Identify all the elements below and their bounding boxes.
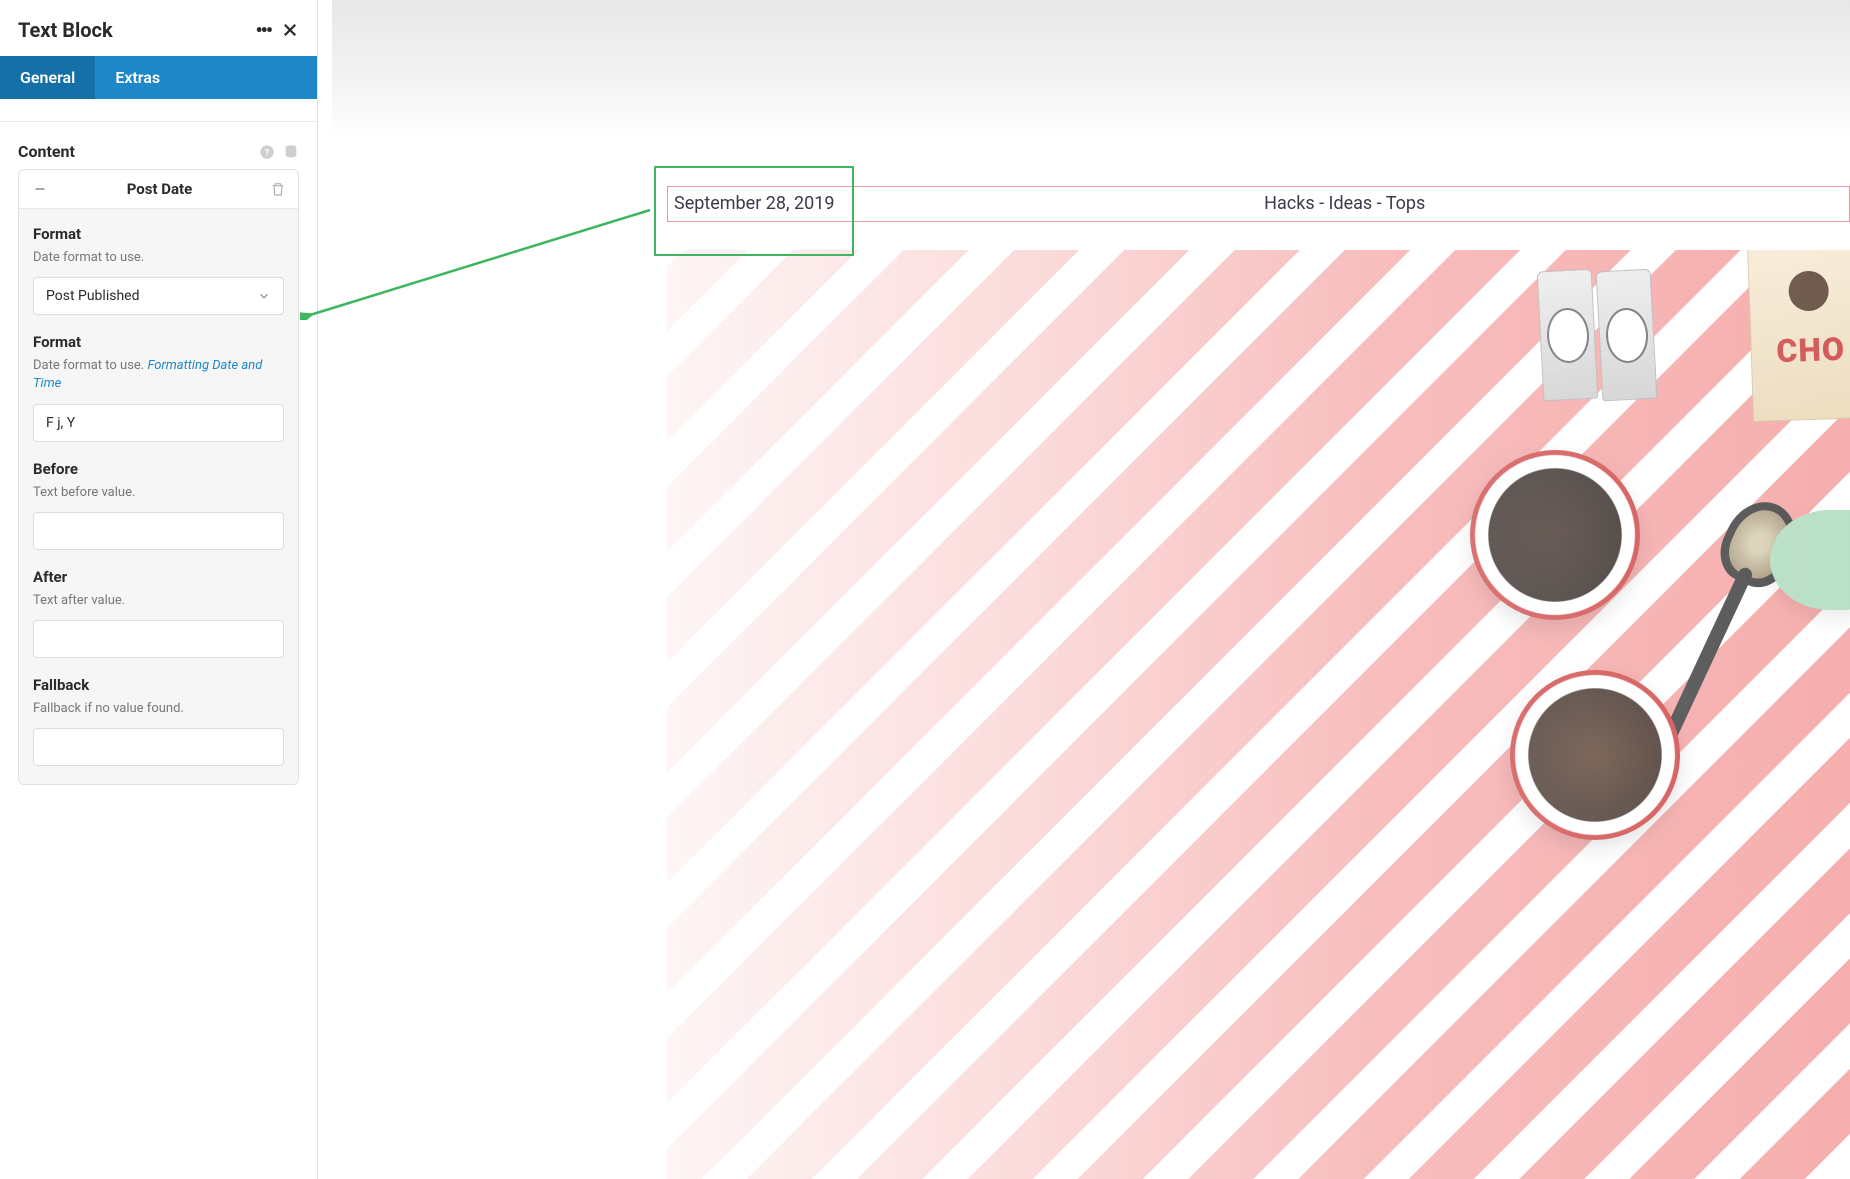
field-label: Format <box>33 225 284 243</box>
sidebar-scroll-area[interactable]: Content ? <box>0 99 317 1179</box>
field-after: After Text after value. <box>33 568 284 658</box>
panel-tabs: General Extras <box>0 56 317 99</box>
more-options-icon[interactable]: ••• <box>255 18 271 42</box>
white-overlay <box>667 250 1850 1179</box>
svg-text:?: ? <box>265 147 270 158</box>
format-string-input[interactable] <box>33 404 284 442</box>
post-categories-display[interactable]: Hacks - Ideas - Tops <box>840 187 1849 221</box>
preview-canvas: September 28, 2019 Hacks - Ideas - Tops … <box>332 0 1850 1179</box>
field-label: Format <box>33 333 284 351</box>
post-date-card: Post Date Format Date format to use. Pos… <box>18 169 299 785</box>
tab-general[interactable]: General <box>0 56 95 99</box>
field-desc: Date format to use. Formatting Date and … <box>33 357 284 393</box>
field-label: Before <box>33 460 284 478</box>
field-before: Before Text before value. <box>33 460 284 550</box>
after-input[interactable] <box>33 620 284 658</box>
database-icon[interactable] <box>283 144 299 160</box>
field-desc: Fallback if no value found. <box>33 700 284 718</box>
card-title: Post Date <box>49 180 270 198</box>
before-input[interactable] <box>33 512 284 550</box>
format-source-select[interactable]: Post Published <box>33 277 284 315</box>
preview-content: September 28, 2019 Hacks - Ideas - Tops … <box>332 0 1850 1179</box>
section-title: Content <box>18 142 75 161</box>
field-desc: Text before value. <box>33 484 284 502</box>
field-desc: Text after value. <box>33 592 284 610</box>
section-header: Content ? <box>0 132 317 169</box>
close-icon[interactable] <box>281 21 299 39</box>
field-fallback: Fallback Fallback if no value found. <box>33 676 284 766</box>
fallback-input[interactable] <box>33 728 284 766</box>
help-icon[interactable]: ? <box>259 144 275 160</box>
featured-image: CHO <box>667 250 1850 1179</box>
field-label: After <box>33 568 284 586</box>
collapse-icon[interactable] <box>31 180 49 198</box>
field-format-source: Format Date format to use. Post Publishe… <box>33 225 284 315</box>
card-header: Post Date <box>19 170 298 209</box>
panel-title: Text Block <box>18 18 113 42</box>
sidebar-header-actions: ••• <box>255 18 299 42</box>
post-date-display[interactable]: September 28, 2019 <box>668 187 840 221</box>
card-body: Format Date format to use. Post Publishe… <box>19 209 298 784</box>
chevron-down-icon <box>257 289 271 303</box>
field-label: Fallback <box>33 676 284 694</box>
select-value: Post Published <box>46 288 139 304</box>
field-desc: Date format to use. <box>33 249 284 267</box>
field-format-string: Format Date format to use. Formatting Da… <box>33 333 284 441</box>
sidebar-header: Text Block ••• <box>0 0 317 56</box>
editor-sidebar: Text Block ••• General Extras Content ? <box>0 0 318 1179</box>
tab-extras[interactable]: Extras <box>95 56 180 99</box>
post-meta-bar[interactable]: September 28, 2019 Hacks - Ideas - Tops <box>667 186 1850 222</box>
field-desc-text: Date format to use. <box>33 358 147 373</box>
trash-icon[interactable] <box>270 181 286 197</box>
